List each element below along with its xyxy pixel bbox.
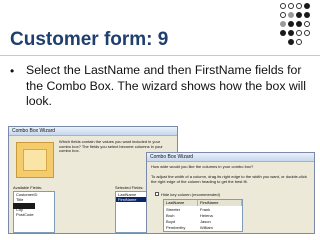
dot <box>288 39 294 45</box>
column-preview-grid[interactable]: LastName FirstName Streeter Frank Bruh H… <box>163 199 243 232</box>
dot <box>304 12 310 18</box>
dot <box>288 12 294 18</box>
dot <box>296 39 302 45</box>
wizard-titlebar: Combo Box Wizard <box>147 153 314 162</box>
wizard-prompt-instructions: To adjust the width of a column, drag it… <box>151 174 307 184</box>
grid-cell: Streeter <box>166 207 181 212</box>
grid-cell: Frank <box>200 207 211 212</box>
grid-cell: William <box>200 225 213 230</box>
dot <box>280 3 286 9</box>
selected-fields-label: Selected Fields: <box>115 185 144 190</box>
dot <box>304 21 310 27</box>
grid-cell: Pemberthy <box>166 225 186 230</box>
dot <box>296 3 302 9</box>
wizard-titlebar: Combo Box Wizard <box>9 127 177 136</box>
dot <box>288 30 294 36</box>
title-divider <box>0 55 320 56</box>
dot <box>296 21 302 27</box>
dot <box>288 3 294 9</box>
dot <box>288 21 294 27</box>
list-item[interactable]: PostCode <box>14 212 54 217</box>
decorative-dot-grid <box>278 3 318 53</box>
combo-box-wizard-columns-screenshot: Combo Box Wizard How wide would you like… <box>146 152 315 234</box>
grid-cell: Boyd <box>166 219 176 224</box>
dot <box>296 12 302 18</box>
slide-body-text: Select the LastName and then FirstName f… <box>26 63 307 109</box>
grid-cell: Jason <box>200 219 211 224</box>
dot <box>280 30 286 36</box>
available-fields-list[interactable]: CustomerID Title City PostCode <box>13 191 55 233</box>
dot <box>296 30 302 36</box>
wizard-illustration-inner <box>23 149 47 171</box>
hide-key-column-checkbox[interactable] <box>155 192 159 196</box>
dot <box>304 3 310 9</box>
column-header[interactable]: LastName <box>164 200 198 206</box>
wizard-illustration <box>16 142 54 178</box>
slide-title: Customer form: 9 <box>10 29 169 50</box>
bullet-marker: • <box>10 64 15 78</box>
hide-key-column-label: Hide key column (recommended) <box>161 192 220 197</box>
list-selection-highlight <box>13 203 35 209</box>
dot <box>304 30 310 36</box>
dot <box>280 21 286 27</box>
grid-cell: Bruh <box>166 213 175 218</box>
grid-cell: Helena <box>200 213 213 218</box>
wizard-prompt-heading: How wide would you like the columns in y… <box>151 164 254 169</box>
column-header[interactable]: FirstName <box>198 200 242 206</box>
dot <box>280 12 286 18</box>
available-fields-label: Available Fields: <box>13 185 43 190</box>
